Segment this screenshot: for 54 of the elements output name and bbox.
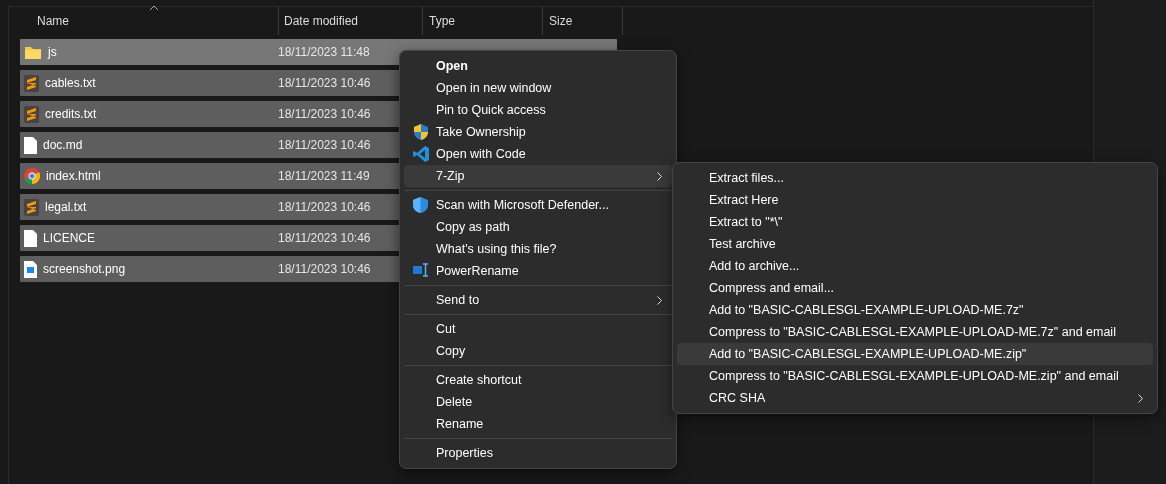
file-name: cables.txt	[45, 76, 96, 90]
menu-item[interactable]: Properties	[404, 442, 672, 464]
file-date: 18/11/2023 10:46	[278, 76, 372, 90]
menu-item[interactable]: Extract Here	[677, 189, 1153, 211]
file-date: 18/11/2023 10:46	[278, 231, 372, 245]
menu-item[interactable]: Add to "BASIC-CABLESGL-EXAMPLE-UPLOAD-ME.zip"	[677, 343, 1153, 365]
menu-item[interactable]: Extract to "*\"	[677, 211, 1153, 233]
menu-item[interactable]: CRC SHA	[677, 387, 1153, 409]
chevron-right-icon	[657, 172, 662, 181]
chevron-right-icon	[657, 296, 662, 305]
document-icon	[24, 229, 37, 247]
chevron-right-icon	[1138, 394, 1143, 403]
file-date: 18/11/2023 10:46	[278, 138, 372, 152]
column-header[interactable]: Date modified	[284, 14, 359, 28]
column-header[interactable]: Type	[429, 14, 455, 28]
sublime-icon	[24, 198, 39, 216]
file-date: 18/11/2023 10:46	[278, 107, 372, 121]
menu-item[interactable]: Add to "BASIC-CABLESGL-EXAMPLE-UPLOAD-ME.7z"	[677, 299, 1153, 321]
file-name: js	[48, 45, 57, 59]
file-name: doc.md	[43, 138, 83, 152]
menu-item[interactable]: Send to	[404, 289, 672, 311]
code-editor-icon	[413, 146, 429, 162]
menu-item[interactable]: Compress to "BASIC-CABLESGL-EXAMPLE-UPLOAD-ME.7z" and email	[677, 321, 1153, 343]
file-name: credits.txt	[45, 107, 97, 121]
sublime-icon	[24, 105, 39, 123]
file-date: 18/11/2023 11:48	[278, 45, 371, 59]
document-icon	[24, 136, 37, 154]
menu-item[interactable]: Test archive	[677, 233, 1153, 255]
shield-icon	[413, 197, 428, 213]
file-name: index.html	[46, 169, 101, 183]
menu-item[interactable]: Extract files...	[677, 167, 1153, 189]
file-name: LICENCE	[43, 231, 95, 245]
file-name: screenshot.png	[43, 262, 126, 276]
menu-item[interactable]: Add to archive...	[677, 255, 1153, 277]
menu-item[interactable]: Create shortcut	[404, 369, 672, 391]
column-header[interactable]: Size	[549, 14, 573, 28]
menu-item[interactable]: Cut	[404, 318, 672, 340]
chrome-icon	[24, 168, 40, 184]
file-date: 18/11/2023 11:49	[278, 169, 371, 183]
menu-item[interactable]: Delete	[404, 391, 672, 413]
menu-item[interactable]: Compress to "BASIC-CABLESGL-EXAMPLE-UPLOAD-ME.zip" and email	[677, 365, 1153, 387]
sublime-icon	[24, 74, 39, 92]
column-header[interactable]: Name	[37, 14, 69, 28]
rename-icon	[413, 263, 429, 277]
menu-item[interactable]: Rename	[404, 413, 672, 435]
menu-item[interactable]: 7-Zip	[404, 165, 672, 187]
shield-icon	[413, 124, 429, 140]
file-date: 18/11/2023 10:46	[278, 200, 372, 214]
menu-item[interactable]: Compress and email...	[677, 277, 1153, 299]
image-file-icon	[24, 260, 37, 278]
file-date: 18/11/2023 10:46	[278, 262, 372, 276]
file-name: legal.txt	[45, 200, 87, 214]
menu-item[interactable]: Copy	[404, 340, 672, 362]
folder-icon	[24, 44, 42, 60]
